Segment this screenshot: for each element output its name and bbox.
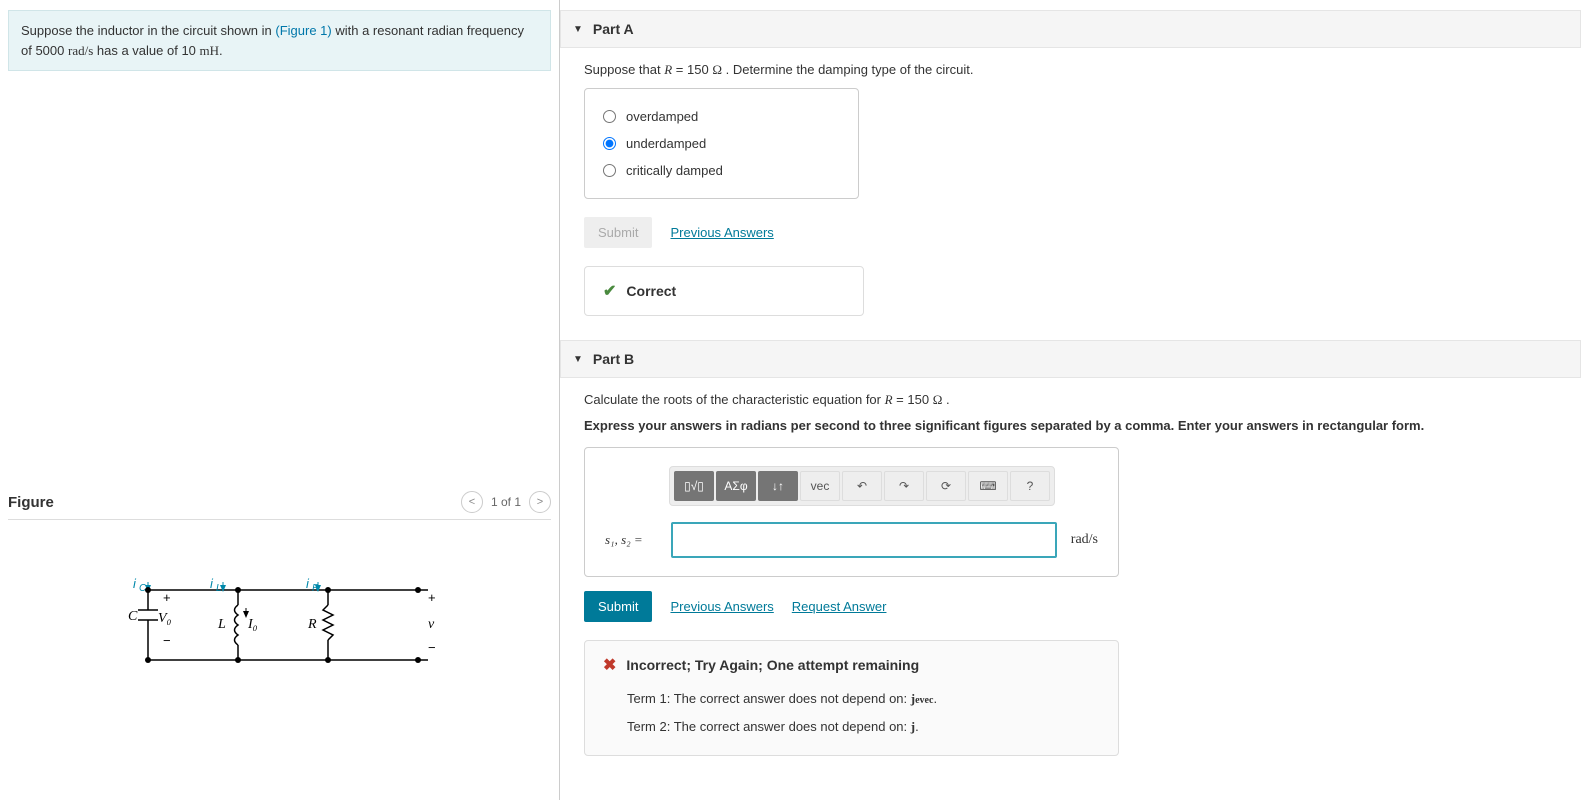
svg-text:−: − (163, 633, 171, 648)
svg-text:C: C (128, 609, 138, 624)
circuit-diagram: C + V₀ − iC L I₀ iL (128, 570, 551, 683)
svg-text:i: i (306, 576, 310, 591)
svg-text:R: R (307, 617, 317, 632)
feedback-incorrect: ✖ Incorrect; Try Again; One attempt rema… (584, 640, 1119, 756)
tool-subscript[interactable]: ↓↑ (758, 471, 798, 501)
incorrect-title-row: ✖ Incorrect; Try Again; One attempt rema… (603, 655, 1100, 675)
tool-keyboard[interactable]: ⌨ (968, 471, 1008, 501)
answer-row: s₁, s₂ = rad/s (605, 522, 1098, 558)
tool-undo[interactable]: ↶ (842, 471, 882, 501)
figure-section: Figure < 1 of 1 > C + V₀ (8, 491, 551, 683)
svg-text:V₀: V₀ (158, 611, 172, 626)
submit-button-a: Submit (584, 217, 652, 248)
problem-statement: Suppose the inductor in the circuit show… (8, 10, 551, 71)
svg-text:v: v (428, 617, 435, 632)
left-column: Suppose the inductor in the circuit show… (0, 0, 560, 800)
figure-pager: < 1 of 1 > (461, 491, 551, 513)
feedback-text: Correct (626, 283, 676, 299)
answer-label: s₁, s₂ = (605, 532, 661, 548)
submit-button-b[interactable]: Submit (584, 591, 652, 622)
tool-vector[interactable]: vec (800, 471, 840, 501)
incorrect-title: Incorrect; Try Again; One attempt remain… (626, 657, 919, 673)
right-column: ▼ Part A Suppose that R = 150 Ω . Determ… (560, 0, 1587, 800)
option-overdamped[interactable]: overdamped (603, 103, 840, 130)
part-a-actions: Submit Previous Answers (584, 217, 1587, 248)
part-a-header[interactable]: ▼ Part A (560, 10, 1581, 48)
part-a-prompt: Suppose that R = 150 Ω . Determine the d… (584, 62, 1587, 78)
term1-feedback: Term 1: The correct answer does not depe… (603, 685, 1100, 713)
request-answer-link[interactable]: Request Answer (792, 599, 887, 614)
radio-underdamped[interactable] (603, 137, 616, 150)
svg-text:+: + (163, 590, 171, 605)
radio-overdamped[interactable] (603, 110, 616, 123)
check-icon: ✔ (603, 281, 616, 301)
x-icon: ✖ (603, 655, 616, 675)
part-b-body: Calculate the roots of the characteristi… (560, 378, 1587, 780)
problem-text-mid2: has a value of 10 (93, 43, 199, 58)
tool-help[interactable]: ? (1010, 471, 1050, 501)
pager-text: 1 of 1 (491, 495, 521, 509)
part-b-actions: Submit Previous Answers Request Answer (584, 591, 1587, 622)
prev-answers-link-b[interactable]: Previous Answers (670, 599, 773, 614)
svg-text:i: i (210, 576, 214, 591)
tool-redo[interactable]: ↷ (884, 471, 924, 501)
svg-text:+: + (428, 590, 436, 605)
term2-feedback: Term 2: The correct answer does not depe… (603, 713, 1100, 741)
option-underdamped[interactable]: underdamped (603, 130, 840, 157)
tool-reset[interactable]: ⟳ (926, 471, 966, 501)
next-figure-button[interactable]: > (529, 491, 551, 513)
equation-toolbar: ▯√▯ ΑΣφ ↓↑ vec ↶ ↷ ⟳ ⌨ ? (669, 466, 1055, 506)
feedback-correct: ✔ Correct (584, 266, 864, 316)
freq-unit: rad/s (68, 43, 93, 58)
part-b-prompt: Calculate the roots of the characteristi… (584, 392, 1587, 408)
prev-answers-link-a[interactable]: Previous Answers (670, 225, 773, 240)
svg-text:L: L (217, 617, 226, 632)
answer-input[interactable] (671, 522, 1057, 558)
svg-text:L: L (216, 583, 222, 594)
tool-template[interactable]: ▯√▯ (674, 471, 714, 501)
figure-link[interactable]: (Figure 1) (275, 23, 331, 38)
svg-text:−: − (428, 640, 436, 655)
collapse-icon: ▼ (573, 354, 583, 365)
part-a-title: Part A (593, 21, 634, 37)
damping-options: overdamped underdamped critically damped (584, 88, 859, 199)
option-critically-damped[interactable]: critically damped (603, 157, 840, 184)
prev-figure-button[interactable]: < (461, 491, 483, 513)
figure-header: Figure < 1 of 1 > (8, 491, 551, 520)
figure-title: Figure (8, 494, 54, 511)
answer-unit: rad/s (1071, 532, 1098, 548)
svg-text:i: i (133, 576, 137, 591)
svg-text:I₀: I₀ (247, 617, 258, 632)
problem-text: Suppose the inductor in the circuit show… (21, 23, 275, 38)
answer-panel: ▯√▯ ΑΣφ ↓↑ vec ↶ ↷ ⟳ ⌨ ? s₁, s₂ = rad/s (584, 447, 1119, 577)
problem-text-end: . (219, 43, 223, 58)
part-a-body: Suppose that R = 150 Ω . Determine the d… (560, 48, 1587, 340)
part-b-title: Part B (593, 351, 634, 367)
collapse-icon: ▼ (573, 24, 583, 35)
part-b-header[interactable]: ▼ Part B (560, 340, 1581, 378)
ind-unit: mH (200, 43, 220, 58)
radio-critically-damped[interactable] (603, 164, 616, 177)
part-b-instruction: Express your answers in radians per seco… (584, 418, 1587, 433)
tool-greek[interactable]: ΑΣφ (716, 471, 756, 501)
